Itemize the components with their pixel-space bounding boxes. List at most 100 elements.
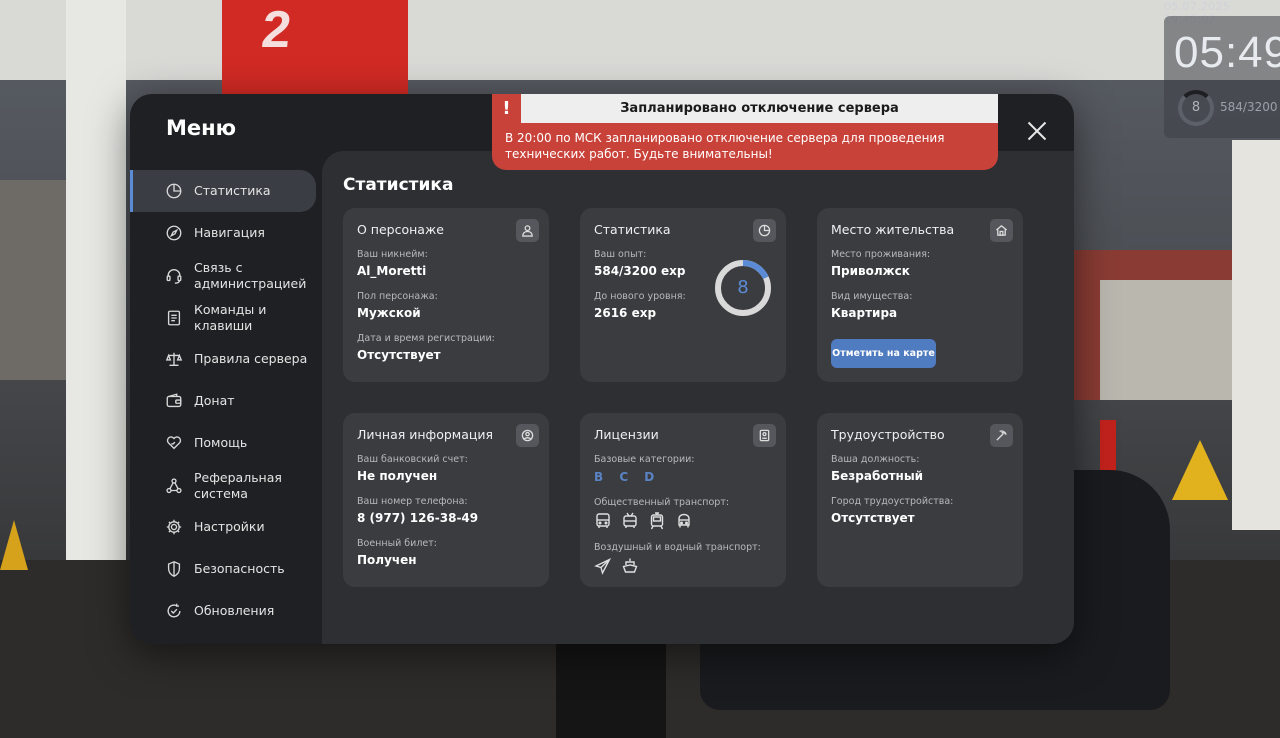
card-title: Лицензии bbox=[594, 427, 659, 442]
bank-label: Ваш банковский счет: bbox=[357, 454, 468, 465]
notification-header: Запланировано отключение сервера bbox=[521, 94, 998, 123]
shield-icon bbox=[164, 559, 184, 579]
air-water-transport-icons bbox=[594, 557, 639, 575]
background-building bbox=[0, 180, 66, 380]
traffic-cone bbox=[1172, 440, 1228, 500]
content-panel: Статистика О персонаже Ваш никнейм: Al_M… bbox=[322, 151, 1074, 644]
sidebar-item-label: Навигация bbox=[194, 225, 265, 240]
military-label: Военный билет: bbox=[357, 538, 437, 549]
phone-value: 8 (977) 126-38-49 bbox=[357, 511, 479, 525]
plane-icon bbox=[594, 557, 612, 575]
gender-label: Пол персонажа: bbox=[357, 291, 438, 302]
sidebar-item-server-rules[interactable]: Правила сервера bbox=[130, 338, 316, 380]
sidebar-item-commands[interactable]: Команды и клавиши bbox=[130, 298, 316, 338]
compass-icon bbox=[164, 223, 184, 243]
card-title: Личная информация bbox=[357, 427, 494, 442]
pie-chart-icon bbox=[753, 219, 776, 242]
sidebar-item-admin-contact[interactable]: Связь с администрацией bbox=[130, 256, 316, 296]
card-employment: Трудоустройство Ваша должность: Безработ… bbox=[817, 413, 1023, 587]
sidebar-item-referral[interactable]: Реферальная система bbox=[130, 466, 316, 506]
sidebar-item-label: Реферальная система bbox=[194, 470, 282, 501]
gender-value: Мужской bbox=[357, 306, 421, 320]
tram-icon bbox=[648, 512, 666, 530]
canopy-pillar bbox=[1232, 140, 1280, 530]
sidebar-item-label: Помощь bbox=[194, 435, 248, 450]
property-label: Вид имущества: bbox=[831, 291, 913, 302]
close-button[interactable] bbox=[1020, 114, 1054, 148]
sidebar-item-label: Безопасность bbox=[194, 561, 285, 576]
sidebar-item-statistics[interactable]: Статистика bbox=[130, 170, 316, 212]
pickaxe-icon bbox=[990, 424, 1013, 447]
sidebar-item-label: Команды и клавиши bbox=[194, 302, 267, 333]
hud-clock: 05:49 bbox=[1174, 28, 1280, 77]
traffic-cone bbox=[0, 520, 28, 570]
server-shutdown-notification: ! Запланировано отключение сервера В 20:… bbox=[492, 94, 998, 170]
exp-value: 584/3200 exp bbox=[594, 264, 686, 278]
sidebar-item-help[interactable]: Помощь bbox=[130, 422, 316, 464]
minibus-icon bbox=[675, 512, 693, 530]
card-title: Место жительства bbox=[831, 222, 955, 237]
sidebar-item-updates[interactable]: Обновления bbox=[130, 590, 316, 632]
scales-icon bbox=[164, 349, 184, 369]
menu-title: Меню bbox=[166, 116, 237, 140]
card-personal-info: Личная информация Ваш банковский счет: Н… bbox=[343, 413, 549, 587]
sidebar-item-navigation[interactable]: Навигация bbox=[130, 212, 316, 254]
card-title: О персонаже bbox=[357, 222, 444, 237]
public-transport-label: Общественный транспорт: bbox=[594, 497, 730, 508]
air-water-transport-label: Воздушный и водный транспорт: bbox=[594, 542, 761, 553]
user-circle-icon bbox=[516, 424, 539, 447]
card-title: Статистика bbox=[594, 222, 671, 237]
page-title: Статистика bbox=[343, 175, 454, 195]
position-label: Ваша должность: bbox=[831, 454, 920, 465]
headset-icon bbox=[164, 266, 184, 286]
background-building bbox=[1100, 280, 1240, 400]
exp-label: Ваш опыт: bbox=[594, 249, 647, 260]
residence-value: Приволжск bbox=[831, 264, 910, 278]
card-licenses: Лицензии Базовые категории: B C D Общест… bbox=[580, 413, 786, 587]
heart-hand-icon bbox=[164, 433, 184, 453]
sidebar-item-settings[interactable]: Настройки bbox=[130, 506, 316, 548]
regdate-value: Отсутствует bbox=[357, 348, 441, 362]
bank-value: Не получен bbox=[357, 469, 438, 483]
sidebar-item-label: Правила сервера bbox=[194, 351, 308, 366]
next-level-label: До нового уровня: bbox=[594, 291, 686, 302]
card-character: О персонаже Ваш никнейм: Al_Moretti Пол … bbox=[343, 208, 549, 382]
boat-icon bbox=[621, 557, 639, 575]
public-transport-icons bbox=[594, 512, 693, 530]
phone-label: Ваш номер телефона: bbox=[357, 496, 468, 507]
trolleybus-icon bbox=[621, 512, 639, 530]
card-title: Трудоустройство bbox=[831, 427, 945, 442]
hud-exp: 584/3200 bbox=[1220, 100, 1278, 114]
sidebar-item-security[interactable]: Безопасность bbox=[130, 548, 316, 590]
menu-window: Меню Статистика Навигация Связь с админи… bbox=[130, 94, 1074, 644]
nickname-label: Ваш никнейм: bbox=[357, 249, 428, 260]
mark-on-map-button[interactable]: Отметить на карте bbox=[831, 339, 936, 368]
network-icon bbox=[164, 476, 184, 496]
level-number: 8 bbox=[737, 277, 749, 298]
regdate-label: Дата и время регистрации: bbox=[357, 333, 495, 344]
sidebar-item-donate[interactable]: Донат bbox=[130, 380, 316, 422]
notification-title: Запланировано отключение сервера bbox=[620, 101, 899, 116]
wallet-icon bbox=[164, 391, 184, 411]
canopy-pillar bbox=[66, 0, 126, 600]
sidebar-item-label: Связь с администрацией bbox=[194, 260, 307, 291]
player-character bbox=[556, 630, 666, 738]
gear-icon bbox=[164, 517, 184, 537]
update-check-icon bbox=[164, 601, 184, 621]
bus-icon bbox=[594, 512, 612, 530]
sidebar-item-label: Статистика bbox=[194, 183, 271, 198]
position-value: Безработный bbox=[831, 469, 924, 483]
next-level-value: 2616 exp bbox=[594, 306, 657, 320]
residence-label: Место проживания: bbox=[831, 249, 931, 260]
pie-chart-icon bbox=[164, 181, 184, 201]
warning-icon: ! bbox=[502, 98, 511, 119]
base-categories-label: Базовые категории: bbox=[594, 454, 695, 465]
base-categories-value: B C D bbox=[594, 470, 661, 484]
document-icon bbox=[164, 308, 184, 328]
sidebar-item-label: Обновления bbox=[194, 603, 275, 618]
user-icon bbox=[516, 219, 539, 242]
gas-station-canopy bbox=[0, 0, 1280, 80]
notification-text: В 20:00 по МСК запланировано отключение … bbox=[505, 131, 945, 161]
house-icon bbox=[990, 219, 1013, 242]
nickname-value: Al_Moretti bbox=[357, 264, 427, 278]
